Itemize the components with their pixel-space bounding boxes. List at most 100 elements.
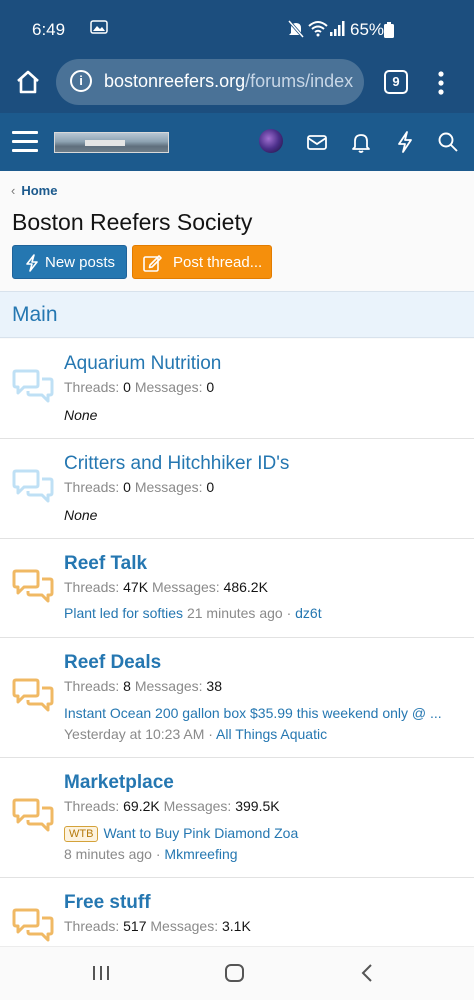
messages-label: Messages: [163,798,232,814]
latest-thread-title[interactable]: Instant Ocean 200 gallon box $35.99 this… [64,705,464,721]
forum-unread-chat-icon [10,798,56,836]
messages-count: 0 [206,479,215,495]
home-icon[interactable] [14,68,44,98]
latest-meta: 8 minutes ago · Mkmreefing [64,846,238,862]
post-thread-button[interactable]: Post thread... [132,245,272,279]
forum-read-chat-icon [10,469,56,507]
whats-new-bolt-icon[interactable] [394,130,418,154]
back-button-icon[interactable] [359,963,375,988]
forum-title[interactable]: Aquarium Nutrition [64,353,221,375]
site-info-icon[interactable]: i [70,70,92,92]
latest-meta: Yesterday at 10:23 AM · All Things Aquat… [64,726,327,742]
latest-post[interactable]: Plant led for softies 21 minutes ago · d… [64,605,464,621]
more-menu-icon[interactable] [435,68,447,98]
messages-label: Messages: [134,678,203,694]
user-avatar[interactable] [259,129,283,153]
threads-label: Threads: [64,918,120,934]
post-thread-label: Post thread... [173,254,263,271]
wtb-prefix-badge[interactable]: WTB [64,826,99,842]
url-text[interactable]: bostonreefers.org/forums/index.| [104,71,354,92]
messages-label: Messages: [134,479,203,495]
messages-count: 399.5K [235,798,280,814]
battery-icon [384,22,394,43]
messages-count: 0 [206,379,215,395]
threads-count: 69.2K [123,798,160,814]
messages-label: Messages: [150,918,219,934]
latest-thread-title[interactable]: Plant led for softies [64,605,183,621]
threads-count: 8 [123,678,131,694]
breadcrumb-home[interactable]: Home [21,183,57,198]
latest-time: 8 minutes ago [64,846,152,862]
separator: · [286,605,292,621]
hamburger-menu-icon[interactable] [12,131,38,153]
forum-unread-chat-icon [10,908,56,946]
forum-node-reef-talk[interactable]: Reef Talk Threads: 47K Messages: 486.2K … [0,539,474,638]
status-time: 6:49 [32,20,66,39]
latest-user[interactable]: Mkmreefing [164,846,237,862]
recent-apps-icon[interactable] [91,964,111,987]
messages-count: 3.1K [221,918,251,934]
messages-count: 486.2K [223,579,268,595]
forum-stats: Threads: 8 Messages: 38 [64,678,222,694]
signal-icon [330,21,345,41]
forum-node-marketplace[interactable]: Marketplace Threads: 69.2K Messages: 399… [0,758,474,878]
forum-unread-chat-icon [10,678,56,716]
address-bar[interactable]: i bostonreefers.org/forums/index.| [56,59,364,105]
new-posts-button[interactable]: New posts [12,245,127,279]
messages-label: Messages: [134,379,203,395]
latest-post[interactable]: WTB Want to Buy Pink Diamond Zoa [64,825,464,842]
tabs-count-button[interactable]: 9 [384,70,408,94]
forum-node-aquarium-nutrition[interactable]: Aquarium Nutrition Threads: 0 Messages: … [0,339,474,439]
messages-count: 38 [206,678,222,694]
forum-node-reef-deals[interactable]: Reef Deals Threads: 8 Messages: 38 Insta… [0,638,474,758]
search-icon[interactable] [437,130,461,154]
alerts-bell-icon[interactable] [350,130,374,154]
url-path: /forums/index.| [245,71,354,91]
inbox-icon[interactable] [306,130,330,154]
forum-node-critters-hitchhiker-ids[interactable]: Critters and Hitchhiker ID's Threads: 0 … [0,439,474,539]
breadcrumb[interactable]: ‹ Home [11,183,57,198]
status-bar: 6:49 65% [0,0,474,58]
forum-stats: Threads: 517 Messages: 3.1K [64,918,251,934]
home-button-icon[interactable] [224,963,246,988]
system-nav-bar [0,946,474,1000]
latest-none: None [64,407,98,423]
threads-label: Threads: [64,579,120,595]
forum-title[interactable]: Reef Deals [64,652,161,674]
forum-unread-chat-icon [10,569,56,607]
threads-count: 517 [123,918,147,934]
chevron-left-icon: ‹ [11,183,16,198]
new-posts-label: New posts [45,254,116,271]
latest-time: 21 minutes ago [186,605,283,621]
section-title: Main [12,303,58,326]
gallery-notification-icon [90,20,108,38]
latest-none: None [64,507,98,523]
section-header-main[interactable]: Main [0,291,474,338]
latest-user[interactable]: dz6t [295,605,321,621]
forum-stats: Threads: 0 Messages: 0 [64,479,214,495]
forum-title[interactable]: Critters and Hitchhiker ID's [64,453,289,475]
edit-icon [143,255,162,272]
forum-stats: Threads: 47K Messages: 486.2K [64,579,268,595]
latest-thread-title[interactable]: Want to Buy Pink Diamond Zoa [103,825,298,841]
threads-count: 0 [123,379,131,395]
forum-title[interactable]: Reef Talk [64,553,147,575]
site-logo[interactable] [54,132,169,153]
forum-node-free-stuff[interactable]: Free stuff Threads: 517 Messages: 3.1K [0,878,474,946]
wifi-icon [308,20,328,42]
forum-title[interactable]: Marketplace [64,772,174,794]
forum-stats: Threads: 0 Messages: 0 [64,379,214,395]
forum-title[interactable]: Free stuff [64,892,151,914]
logo-band [85,140,125,146]
latest-user[interactable]: All Things Aquatic [216,726,327,742]
bolt-icon [26,254,38,272]
latest-time: Yesterday at 10:23 AM [64,726,205,742]
url-host: bostonreefers.org [104,71,246,91]
threads-label: Threads: [64,379,120,395]
threads-count: 0 [123,479,131,495]
separator: · [208,726,213,742]
threads-count: 47K [123,579,149,595]
mute-icon [287,20,305,43]
forum-nav-bar [0,113,474,171]
battery-percent: 65% [350,20,385,39]
